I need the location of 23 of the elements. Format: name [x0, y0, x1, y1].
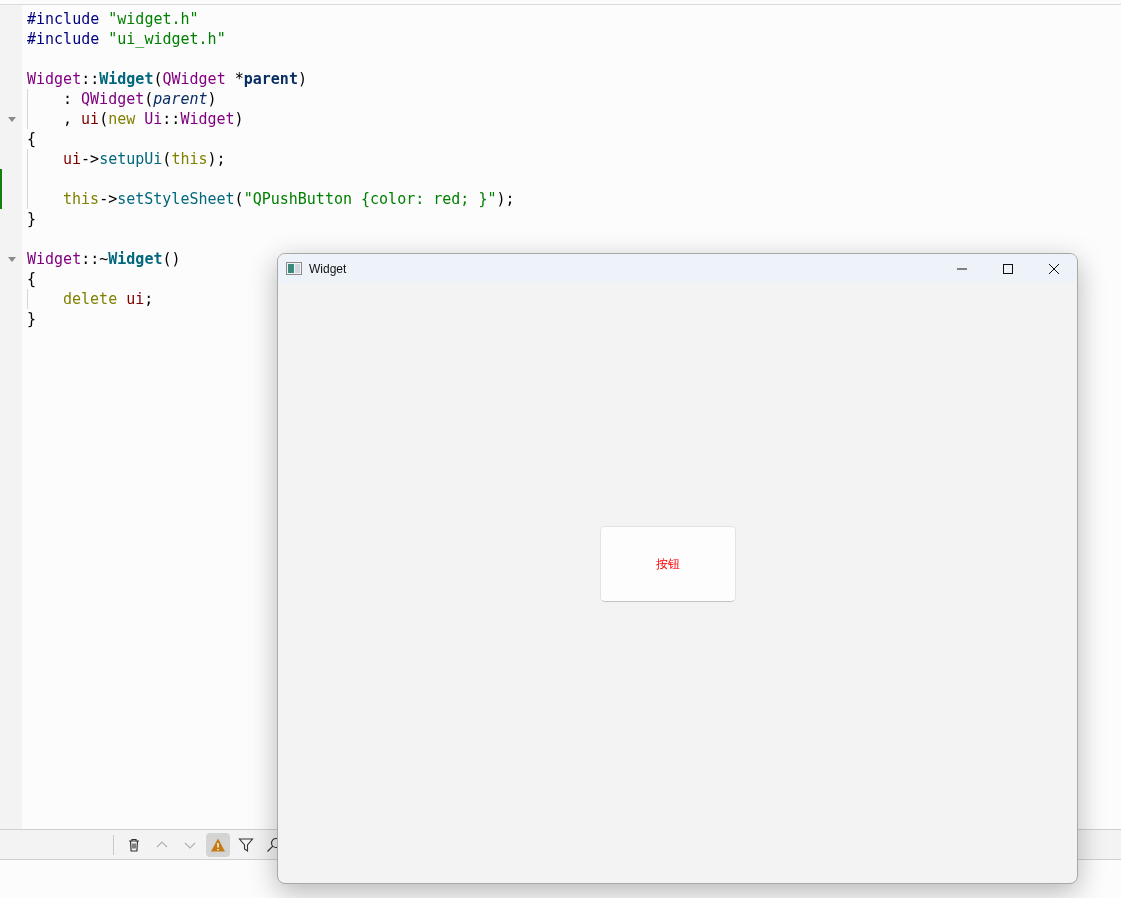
code-line: #include "ui_widget.h"	[27, 29, 226, 49]
maximize-icon	[1003, 263, 1013, 274]
code-line: Widget::Widget(QWidget *parent)	[27, 69, 307, 89]
window-title: Widget	[309, 261, 348, 276]
code-line: Widget::~Widget()	[27, 249, 181, 269]
code-line: #include "widget.h"	[27, 9, 199, 29]
code-line: this->setStyleSheet("QPushButton {color: red; }");	[63, 189, 515, 209]
push-button[interactable]: 按钮	[600, 526, 736, 602]
code-line: : QWidget(parent)	[63, 89, 217, 109]
app-icon	[286, 262, 302, 275]
code-line: , ui(new Ui::Widget)	[63, 109, 244, 129]
close-icon	[1049, 263, 1059, 274]
trash-icon	[126, 836, 142, 853]
fold-icon[interactable]	[8, 257, 16, 262]
code-line: }	[27, 209, 37, 229]
code-line: ui->setupUi(this);	[63, 149, 226, 169]
filter-icon	[238, 836, 254, 853]
code-line: {	[27, 269, 37, 289]
code-line: delete ui;	[63, 289, 154, 309]
fold-icon[interactable]	[8, 117, 16, 122]
warning-icon	[210, 836, 226, 853]
code-line: {	[27, 129, 37, 149]
code-line: }	[27, 309, 37, 329]
